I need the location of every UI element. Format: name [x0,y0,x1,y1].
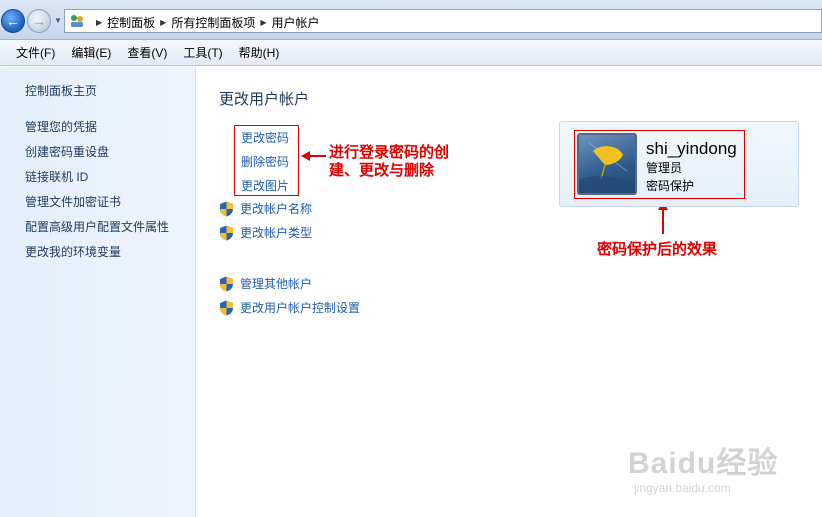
breadcrumb-item-all-items[interactable]: 所有控制面板项 [171,14,255,31]
menu-tools[interactable]: 工具(T) [175,44,230,61]
back-arrow-icon: ← [6,13,20,29]
sidebar-item-create-reset-disk[interactable]: 创建密码重设盘 [25,143,169,168]
account-status: 密码保护 [646,179,695,193]
page-title: 更改用户帐户 [219,91,310,108]
breadcrumb-item-user-accounts[interactable]: 用户帐户 [272,14,320,31]
sidebar-item-manage-credentials[interactable]: 管理您的凭据 [25,118,169,143]
forward-button[interactable]: → [27,9,51,33]
forward-arrow-icon: → [32,13,46,29]
uac-shield-icon [220,300,233,315]
change-account-name-label: 更改帐户名称 [240,202,313,216]
breadcrumb[interactable]: ▶ 控制面板 ▶ 所有控制面板项 ▶ 用户帐户 [64,9,822,33]
sidebar-item-link-online-id[interactable]: 链接联机 ID [25,168,169,193]
baidu-watermark-url: jingyan.baidu.com [634,481,731,495]
remove-password-link[interactable]: 删除密码 [241,152,298,176]
sidebar-item-env-variables[interactable]: 更改我的环境变量 [25,243,169,268]
uac-shield-icon [220,276,233,291]
uac-settings-label: 更改用户帐户控制设置 [240,301,361,315]
address-bar: ← → ▼ ▶ 控制面板 ▶ 所有控制面板项 ▶ 用户帐户 [0,0,822,40]
uac-shield-icon [220,201,233,216]
breadcrumb-separator-icon[interactable]: ▶ [160,18,166,27]
breadcrumb-separator-icon[interactable]: ▶ [260,18,266,27]
sidebar-item-advanced-profile[interactable]: 配置高级用户配置文件属性 [25,218,169,243]
menu-help[interactable]: 帮助(H) [231,44,288,61]
uac-settings-link[interactable]: 更改用户帐户控制设置 [219,299,360,316]
baidu-watermark: Baidu经验 [628,447,779,480]
password-annotation-line2: 建、更改与删除 [329,161,435,179]
breadcrumb-item-control-panel[interactable]: 控制面板 [107,14,155,31]
recent-pages-dropdown-icon[interactable]: ▼ [54,16,62,25]
change-account-name-link[interactable]: 更改帐户名称 [219,200,312,217]
password-annotation-line1: 进行登录密码的创 [329,143,450,161]
sidebar-home-link[interactable]: 控制面板主页 [25,82,97,99]
menu-file[interactable]: 文件(F) [8,44,63,61]
sidebar-links: 管理您的凭据 创建密码重设盘 链接联机 ID 管理文件加密证书 配置高级用户配置… [25,118,169,268]
uac-shield-icon [220,225,233,240]
sidebar-item-encryption-certs[interactable]: 管理文件加密证书 [25,193,169,218]
change-picture-link[interactable]: 更改图片 [241,176,298,200]
manage-other-accounts-link[interactable]: 管理其他帐户 [219,275,312,292]
effect-annotation: 密码保护后的效果 [597,240,718,258]
password-links-box: 更改密码 删除密码 更改图片 [234,125,299,196]
account-name: shi_yindong [646,139,737,158]
manage-other-accounts-label: 管理其他帐户 [240,277,313,291]
sidebar: 控制面板主页 管理您的凭据 创建密码重设盘 链接联机 ID 管理文件加密证书 配… [0,67,196,517]
change-password-link[interactable]: 更改密码 [241,128,298,152]
change-account-type-link[interactable]: 更改帐户类型 [219,224,312,241]
menu-edit[interactable]: 编辑(E) [63,44,119,61]
menu-view[interactable]: 查看(V) [119,44,175,61]
back-button[interactable]: ← [1,9,25,33]
menu-bar: 文件(F) 编辑(E) 查看(V) 工具(T) 帮助(H) [0,40,822,66]
change-account-type-label: 更改帐户类型 [240,226,313,240]
account-role: 管理员 [646,161,683,175]
breadcrumb-separator-icon: ▶ [96,18,103,27]
control-panel-icon [71,15,83,27]
arrow-left-icon [301,151,326,161]
